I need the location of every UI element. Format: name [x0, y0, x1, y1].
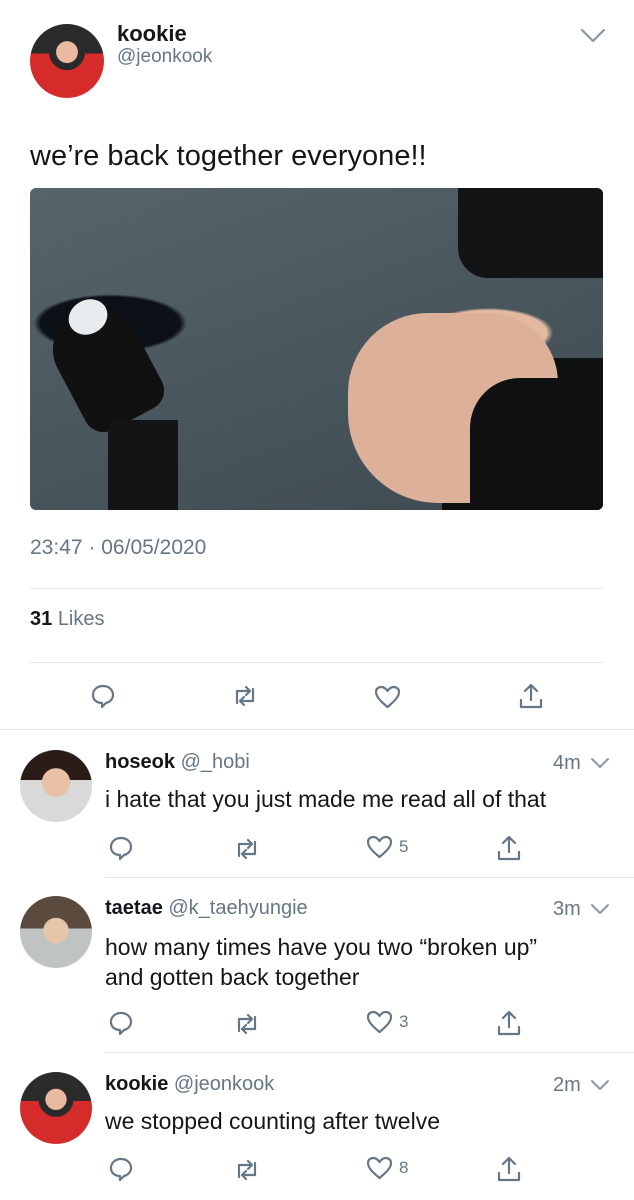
heart-icon	[366, 835, 393, 859]
reply-author-name[interactable]: taetae	[105, 897, 163, 919]
avatar[interactable]	[20, 1072, 92, 1144]
author-handle[interactable]: @jeonkook	[117, 46, 212, 68]
heart-icon	[366, 1010, 393, 1034]
reply-text: we stopped counting after twelve	[105, 1108, 440, 1134]
tweet-text: we’re back together everyone!!	[30, 140, 427, 172]
divider	[30, 588, 603, 589]
section-divider	[0, 729, 634, 730]
chevron-down-icon[interactable]	[590, 1079, 610, 1091]
reply-header: hoseok @_hobi	[105, 751, 250, 774]
dot-separator: ·	[88, 536, 96, 559]
share-icon[interactable]	[496, 1155, 522, 1183]
like-button[interactable]: 3	[366, 1010, 408, 1034]
like-button[interactable]: 5	[366, 835, 408, 859]
retweet-icon[interactable]	[233, 1013, 261, 1035]
reply-author-name[interactable]: kookie	[105, 1073, 168, 1095]
reply-author-handle[interactable]: @_hobi	[181, 751, 250, 773]
reply-header: kookie @jeonkook	[105, 1073, 274, 1096]
likes-label: Likes	[57, 608, 105, 630]
reply-author-handle[interactable]: @k_taehyungie	[168, 897, 307, 919]
share-icon[interactable]	[496, 834, 522, 862]
reply-text-line: and gotten back together	[105, 964, 360, 990]
top-shoe	[458, 188, 603, 278]
reply-icon[interactable]	[108, 1010, 134, 1036]
black-sleeve-lower	[470, 378, 603, 510]
avatar[interactable]	[20, 896, 92, 968]
like-count: 5	[399, 837, 409, 856]
author-name[interactable]: kookie	[117, 21, 187, 47]
reply-icon[interactable]	[108, 1156, 134, 1182]
divider	[105, 877, 634, 878]
reply-author-name[interactable]: hoseok	[105, 751, 175, 773]
retweet-icon[interactable]	[233, 838, 261, 860]
retweet-icon[interactable]	[231, 685, 259, 707]
dark-leg	[108, 420, 178, 510]
likes-count: 31	[30, 608, 53, 630]
reply-text-line: how many times have you two “broken up”	[105, 934, 538, 960]
retweet-icon[interactable]	[233, 1159, 261, 1181]
reply-header: taetae @k_taehyungie	[105, 897, 308, 920]
avatar[interactable]	[20, 750, 92, 822]
divider	[30, 662, 603, 663]
tweet-photo[interactable]	[30, 188, 603, 510]
chevron-down-icon[interactable]	[590, 903, 610, 915]
tweet-timestamp: 23:47 · 06/05/2020	[30, 536, 206, 560]
like-count: 3	[399, 1012, 409, 1031]
chevron-down-icon[interactable]	[580, 28, 606, 44]
heart-icon[interactable]	[374, 685, 401, 709]
divider	[105, 1052, 634, 1053]
reply-age: 2m	[553, 1074, 581, 1096]
reply-age: 3m	[553, 898, 581, 920]
reply-text: how many times have you two “broken up” …	[105, 932, 537, 992]
likes-stat[interactable]: 31 Likes	[30, 608, 105, 631]
share-icon[interactable]	[518, 682, 544, 710]
reply-icon[interactable]	[108, 835, 134, 861]
date: 06/05/2020	[101, 536, 207, 559]
time: 23:47	[30, 536, 83, 559]
reply-age: 4m	[553, 752, 581, 774]
reply-author-handle[interactable]: @jeonkook	[174, 1073, 274, 1095]
share-icon[interactable]	[496, 1009, 522, 1037]
chevron-down-icon[interactable]	[590, 757, 610, 769]
reply-text: i hate that you just made me read all of…	[105, 786, 547, 812]
avatar[interactable]	[30, 24, 104, 98]
like-button[interactable]: 8	[366, 1156, 408, 1180]
like-count: 8	[399, 1158, 409, 1177]
heart-icon	[366, 1156, 393, 1180]
reply-icon[interactable]	[90, 683, 116, 709]
